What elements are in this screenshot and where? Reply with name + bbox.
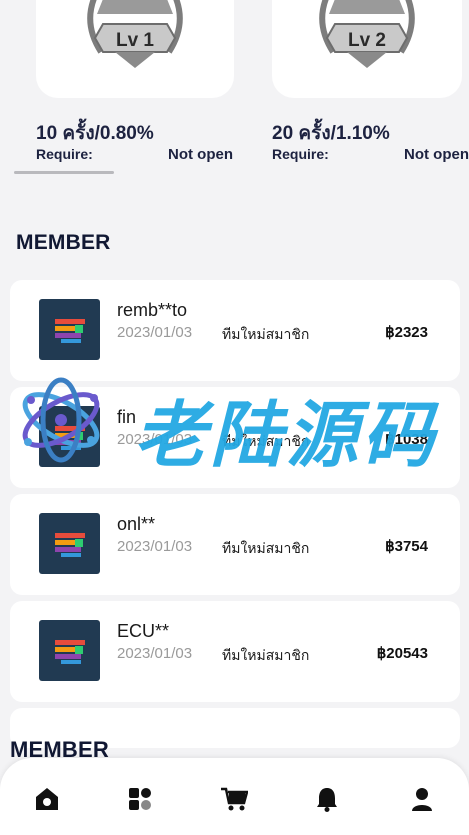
level-card-1[interactable]: Lv 1 <box>36 0 234 98</box>
member-name: onl** <box>117 514 156 534</box>
member-card[interactable]: remb**to 2023/01/03 ทีมใหม่สมาชิก ฿2323 <box>10 280 460 381</box>
member-type: ทีมใหม่สมาชิก <box>222 647 310 663</box>
grid-icon <box>129 788 151 810</box>
app-logo-icon <box>54 532 85 557</box>
member-date: 2023/01/03 <box>117 431 193 448</box>
level-2-require-label: Require: <box>272 146 329 162</box>
member-avatar <box>39 406 100 467</box>
level-2-badge-icon: Lv 2 <box>319 0 415 68</box>
bottom-navigation <box>0 758 469 835</box>
level-badge-box: Lv 2 <box>272 0 462 98</box>
level-badge-box: Lv 1 <box>36 0 234 98</box>
home-icon <box>36 788 58 810</box>
member-amount: ฿1038 <box>385 431 428 448</box>
level-2-status: Not open <box>404 146 469 163</box>
svg-text:Lv 1: Lv 1 <box>116 30 154 51</box>
nav-grid[interactable] <box>125 784 155 814</box>
member-name: remb**to <box>117 300 188 320</box>
nav-profile[interactable] <box>407 784 437 814</box>
member-avatar <box>39 513 100 574</box>
cart-icon <box>221 787 248 811</box>
nav-cart[interactable] <box>219 784 249 814</box>
member-section-title: MEMBER <box>16 231 111 254</box>
member-amount: ฿3754 <box>385 538 428 555</box>
level-1-status: Not open <box>168 146 233 163</box>
member-amount: ฿20543 <box>376 645 428 662</box>
member-card[interactable]: fin 2023/01/03 ทีมใหม่สมาชิก ฿1038 <box>10 387 460 488</box>
level-card-2[interactable]: Lv 2 <box>272 0 462 98</box>
svg-text:Lv 2: Lv 2 <box>348 30 386 51</box>
member-date: 2023/01/03 <box>117 324 193 341</box>
level-1-badge-icon: Lv 1 <box>87 0 183 68</box>
member-type: ทีมใหม่สมาชิก <box>222 433 310 449</box>
member-card[interactable]: ECU** 2023/01/03 ทีมใหม่สมาชิก ฿20543 <box>10 601 460 702</box>
level-1-require-label: Require: <box>36 146 93 162</box>
member-avatar <box>39 620 100 681</box>
user-icon <box>412 788 432 811</box>
app-logo-icon <box>54 318 85 343</box>
active-level-indicator <box>14 171 114 174</box>
nav-notifications[interactable] <box>312 784 342 814</box>
member-type: ทีมใหม่สมาชิก <box>222 326 310 342</box>
member-type: ทีมใหม่สมาชิก <box>222 540 310 556</box>
member-avatar <box>39 299 100 360</box>
level-2-rate: 20 ครั้ง/1.10% <box>272 123 390 144</box>
app-logo-icon <box>54 425 85 450</box>
nav-home[interactable] <box>32 784 62 814</box>
member-name: fin <box>117 407 137 427</box>
app-logo-icon <box>54 639 85 664</box>
member-amount: ฿2323 <box>385 324 428 341</box>
member-name: ECU** <box>117 621 170 641</box>
bell-icon <box>317 788 337 812</box>
member-date: 2023/01/03 <box>117 538 193 555</box>
member-card[interactable]: onl** 2023/01/03 ทีมใหม่สมาชิก ฿3754 <box>10 494 460 595</box>
level-carousel[interactable]: Lv 1 10 ครั้ง/0.80% Require: Not open Lv… <box>0 0 469 180</box>
level-1-rate: 10 ครั้ง/0.80% <box>36 123 154 144</box>
member-date: 2023/01/03 <box>117 645 193 662</box>
